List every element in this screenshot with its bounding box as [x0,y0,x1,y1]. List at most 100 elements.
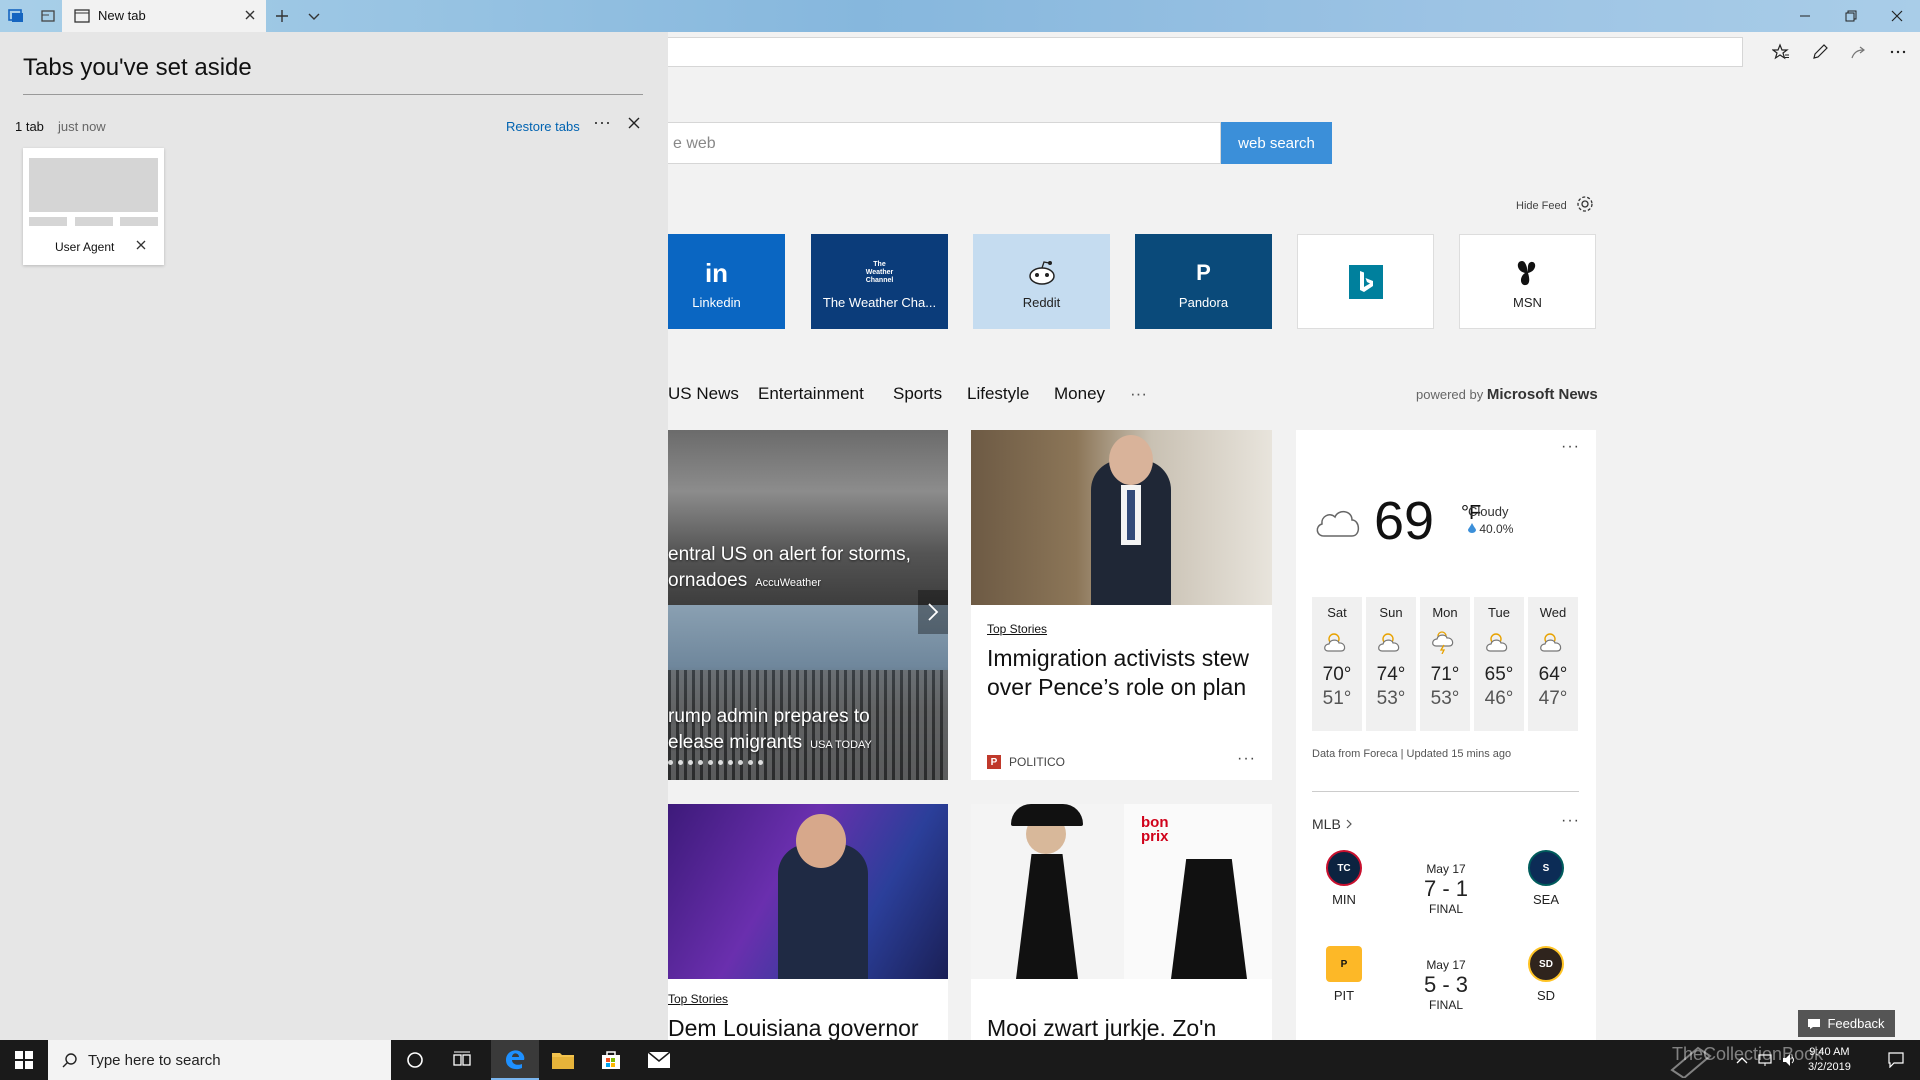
set-aside-tab-thumbnail[interactable]: User Agent [23,148,164,265]
day-low: 53° [1430,688,1460,709]
taskbar-search-box[interactable]: Type here to search [48,1040,391,1080]
tabs-aside-icon[interactable] [6,6,26,26]
forecast-day[interactable]: Sat 70° 51° [1312,597,1362,731]
more-icon[interactable] [1888,42,1908,62]
game-score-value: 5 - 3 [1423,972,1469,997]
action-center-button[interactable] [1872,1040,1920,1080]
game-score[interactable]: May 17 5 - 3 FINAL [1406,958,1486,1012]
address-bar[interactable] [660,37,1743,67]
story-category[interactable]: Top Stories [987,622,1047,636]
carousel-dots[interactable] [668,760,763,765]
tile-label: Reddit [1022,295,1061,310]
taskbar-mail[interactable] [635,1040,683,1080]
gear-icon[interactable] [1575,194,1595,214]
close-icon[interactable] [627,116,641,130]
precipitation: 40.0% [1468,522,1513,536]
new-tab-icon[interactable] [272,6,292,26]
start-button[interactable] [0,1040,48,1080]
category-money[interactable]: Money [1054,384,1105,404]
category-us-news[interactable]: US News [668,384,739,404]
weather-footer: Data from Foreca | Updated 15 mins ago [1312,748,1512,760]
tab-preview-chevron-icon[interactable] [304,6,324,26]
story-title[interactable]: Mooi zwart jurkje. Zo'n [987,1014,1262,1040]
thunderstorm-icon [1420,626,1470,656]
day-low: 51° [1322,688,1352,709]
game-status: FINAL [1428,902,1463,916]
team-pit[interactable]: P PIT [1324,946,1364,1003]
restore-button[interactable] [1828,0,1874,32]
story-title[interactable]: Dem Louisiana governor [668,1014,943,1040]
tile-bing[interactable] [1297,234,1434,329]
mlb-more-button[interactable]: ··· [1561,812,1580,830]
close-tab-icon[interactable] [242,7,258,23]
panel-title: Tabs you've set aside [23,54,252,81]
game-score[interactable]: May 17 7 - 1 FINAL [1406,862,1486,916]
close-window-button[interactable] [1874,0,1920,32]
partly-sunny-icon [1312,626,1362,656]
hide-feed-link[interactable]: Hide Feed [1516,200,1567,212]
category-entertainment[interactable]: Entertainment [758,384,864,404]
forecast-day[interactable]: Wed 64° 47° [1528,597,1578,731]
team-abbr: PIT [1333,988,1355,1003]
team-abbr: MIN [1332,892,1356,907]
pirates-logo-icon: P [1326,946,1362,982]
feedback-icon [1808,1018,1821,1029]
feedback-button[interactable]: Feedback [1798,1010,1895,1037]
web-search-input[interactable]: e web [660,122,1221,164]
forecast-day[interactable]: Sun 74° 53° [1366,597,1416,731]
story-more-button[interactable]: ··· [1237,750,1256,768]
twins-logo-icon: TC [1326,850,1362,886]
weather-more-button[interactable]: ··· [1561,438,1580,456]
taskbar-file-explorer[interactable] [539,1040,587,1080]
carousel-next-button[interactable] [918,590,948,634]
tile-label: MSN [1513,295,1542,310]
share-icon[interactable] [1849,42,1869,62]
hero-headline-1[interactable]: entral US on alert for storms, ornadoes A… [668,542,911,596]
categories-more-button[interactable]: ··· [1130,384,1147,404]
restore-tabs-link[interactable]: Restore tabs [506,119,580,134]
story-image [971,430,1272,605]
mlb-link[interactable]: MLB [1312,816,1353,832]
team-sea[interactable]: S SEA [1526,850,1566,907]
msn-icon [1513,253,1543,293]
story-category[interactable]: Top Stories [668,992,728,1006]
mlb-label: MLB [1312,816,1341,832]
day-name: Mon [1432,605,1458,620]
news-card[interactable]: Top Stories Immigration activists stew o… [971,430,1272,780]
pen-icon[interactable] [1810,42,1830,62]
thumbnail-bar [120,217,158,226]
tile-linkedin[interactable]: in Linkedin [648,234,785,329]
web-search-button[interactable]: web search [1221,122,1332,164]
forecast-day[interactable]: Mon 71° 53° [1420,597,1470,731]
news-card[interactable]: Top Stories Dem Louisiana governor [668,804,948,1040]
hero-carousel[interactable]: entral US on alert for storms, ornadoes A… [668,430,948,780]
hero-headline-2[interactable]: rump admin prepares to elease migrants US… [668,704,872,758]
tile-reddit[interactable]: Reddit [973,234,1110,329]
tab-new-tab[interactable]: New tab [62,0,266,32]
forecast-day[interactable]: Tue 65° 46° [1474,597,1524,731]
tile-pandora[interactable]: P Pandora [1135,234,1272,329]
team-sd[interactable]: SD SD [1526,946,1566,1003]
close-icon[interactable] [135,239,147,251]
hero-headline-line: elease migrants [668,732,803,753]
minimize-button[interactable] [1782,0,1828,32]
taskbar-store[interactable] [587,1040,635,1080]
aside-more-button[interactable]: ··· [593,112,611,133]
store-icon [602,1051,620,1069]
team-min[interactable]: TC MIN [1324,850,1364,907]
favorites-star-icon[interactable] [1771,42,1791,62]
tile-msn[interactable]: MSN [1459,234,1596,329]
cloud-icon [1316,511,1360,537]
ad-card[interactable]: bon prix Mooi zwart jurkje. Zo'n [971,804,1272,1040]
game-date: May 17 [1426,958,1466,972]
taskbar-edge[interactable] [491,1040,539,1080]
cortana-button[interactable] [391,1040,439,1080]
dress-image: bon prix [971,804,1272,979]
day-low: 46° [1484,688,1514,709]
story-title[interactable]: Immigration activists stew over Pence’s … [987,644,1262,702]
category-sports[interactable]: Sports [893,384,942,404]
task-view-button[interactable] [439,1040,487,1080]
category-lifestyle[interactable]: Lifestyle [967,384,1029,404]
tile-weather-channel[interactable]: The Weather Channel The Weather Cha... [811,234,948,329]
set-tabs-aside-icon[interactable] [38,6,58,26]
